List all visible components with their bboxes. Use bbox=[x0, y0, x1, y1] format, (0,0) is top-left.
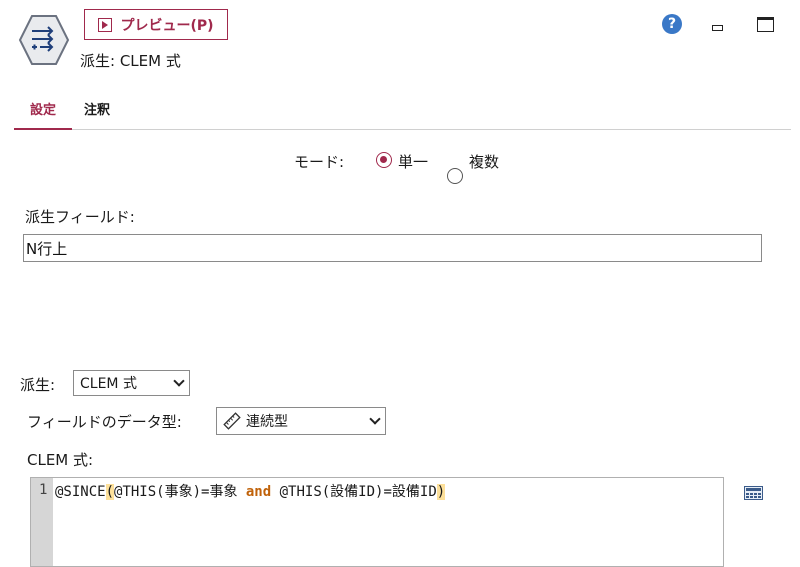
tab-divider bbox=[14, 129, 791, 130]
code-token: @THIS(設備ID)=設備ID bbox=[271, 484, 437, 500]
mode-label: モード: bbox=[294, 153, 345, 171]
line-number: 1 bbox=[39, 482, 48, 498]
preview-button[interactable]: プレビュー(P) bbox=[84, 9, 228, 40]
help-icon[interactable]: ? bbox=[662, 14, 682, 34]
maximize-icon[interactable] bbox=[757, 17, 774, 32]
derive-field-input[interactable] bbox=[23, 234, 762, 262]
derive-field-label: 派生フィールド: bbox=[25, 208, 135, 226]
mode-multiple-radio[interactable] bbox=[447, 168, 463, 184]
code-token: @SINCE bbox=[55, 484, 106, 500]
highlighted-paren-close: ) bbox=[436, 484, 446, 500]
derive-node-icon bbox=[18, 15, 70, 65]
derive-as-value: CLEM 式 bbox=[80, 376, 137, 392]
field-type-select[interactable]: 連続型 bbox=[216, 407, 386, 435]
continuous-ruler-icon bbox=[223, 412, 241, 430]
expression-builder-icon[interactable] bbox=[744, 486, 763, 500]
minimize-icon[interactable] bbox=[712, 25, 723, 31]
chevron-down-icon bbox=[173, 375, 185, 387]
code-line[interactable]: @SINCE(@THIS(事象)=事象 and @THIS(設備ID)=設備ID… bbox=[55, 481, 446, 501]
code-token: @THIS(事象)=事象 bbox=[114, 484, 246, 500]
field-type-value: 連続型 bbox=[246, 414, 288, 430]
mode-single-label[interactable]: 単一 bbox=[398, 151, 428, 172]
derive-as-select[interactable]: CLEM 式 bbox=[73, 370, 190, 396]
field-type-label: フィールドのデータ型: bbox=[27, 413, 182, 431]
chevron-down-icon bbox=[369, 413, 381, 425]
preview-button-label: プレビュー(P) bbox=[120, 17, 214, 34]
mode-multiple-label[interactable]: 複数 bbox=[469, 151, 499, 172]
highlighted-paren-open: ( bbox=[105, 484, 115, 500]
node-title: 派生: CLEM 式 bbox=[80, 52, 181, 70]
clem-expression-label: CLEM 式: bbox=[27, 451, 94, 469]
tab-settings[interactable]: 設定 bbox=[30, 99, 56, 118]
play-icon bbox=[98, 17, 113, 32]
tab-annotations[interactable]: 注釈 bbox=[84, 99, 110, 118]
keyword-and: and bbox=[245, 484, 272, 500]
clem-expression-editor[interactable]: 1 @SINCE(@THIS(事象)=事象 and @THIS(設備ID)=設備… bbox=[30, 477, 724, 567]
active-tab-indicator bbox=[14, 128, 72, 130]
mode-single-radio[interactable] bbox=[376, 152, 392, 168]
derive-as-label: 派生: bbox=[20, 376, 56, 394]
